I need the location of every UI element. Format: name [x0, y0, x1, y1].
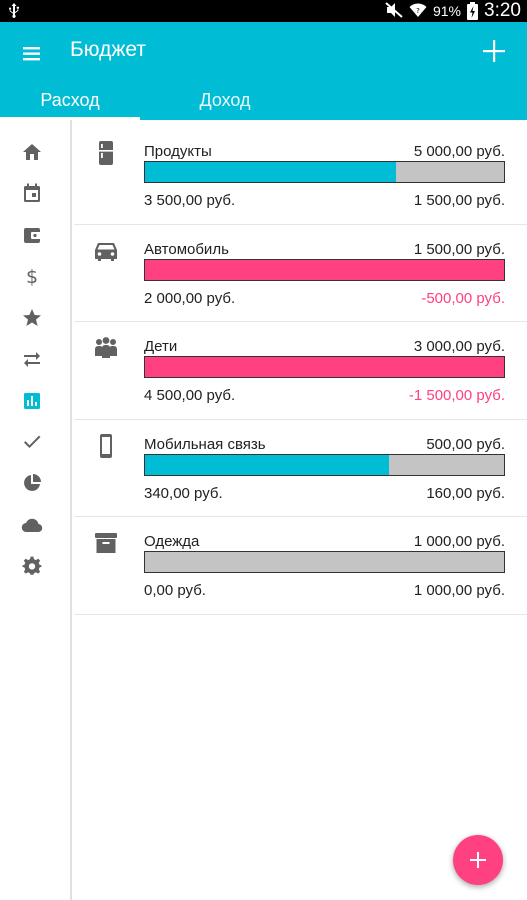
- budget-spent: 0,00 руб.: [144, 582, 206, 599]
- dollar-icon: $: [26, 266, 38, 287]
- budget-row[interactable]: Автомобиль 1 500,00 руб. 2 000,00 руб. -…: [74, 225, 527, 322]
- sidebar-item-transfers[interactable]: [16, 343, 48, 375]
- app-bar: Бюджет Расход Доход: [0, 22, 527, 120]
- budget-progress-fill: [145, 259, 504, 280]
- budget-limit: 500,00 руб.: [426, 435, 505, 453]
- battery-charging-icon: [467, 2, 479, 20]
- budget-name: Мобильная связь: [144, 435, 266, 453]
- mute-icon: [385, 1, 403, 21]
- sidebar-item-budget[interactable]: [16, 385, 48, 417]
- people-icon: [92, 334, 120, 362]
- budget-spent: 3 500,00 руб.: [144, 192, 236, 209]
- budget-name: Автомобиль: [144, 240, 229, 258]
- budget-progress-bar: [144, 161, 505, 183]
- budget-spent: 2 000,00 руб.: [144, 289, 236, 307]
- budget-name: Дети: [144, 338, 178, 355]
- sidebar-item-home[interactable]: [16, 136, 48, 168]
- wallet-icon: [24, 228, 41, 243]
- battery-percent: 91%: [432, 3, 462, 19]
- add-budget-button[interactable]: [479, 36, 509, 66]
- budget-name: Одежда: [144, 533, 200, 550]
- budget-spent: 340,00 руб.: [144, 484, 223, 502]
- budget-remaining: -500,00 руб.: [421, 289, 505, 307]
- page-title: Бюджет: [70, 38, 146, 61]
- bar-chart-icon: [24, 393, 40, 409]
- budget-name: Продукты: [144, 143, 212, 160]
- menu-button[interactable]: [18, 40, 46, 68]
- budget-list: Продукты 5 000,00 руб. 3 500,00 руб. 1 5…: [74, 127, 527, 615]
- archive-icon: [92, 529, 120, 557]
- sidebar-item-reports[interactable]: [16, 467, 48, 499]
- smartphone-icon: [92, 432, 120, 460]
- sidebar-item-settings[interactable]: [16, 550, 48, 582]
- pie-chart-icon: [24, 474, 41, 491]
- sidebar-item-wallet[interactable]: [16, 219, 48, 251]
- budget-row[interactable]: Одежда 1 000,00 руб. 0,00 руб. 1 000,00 …: [74, 517, 527, 615]
- budget-progress-bar: [144, 356, 505, 378]
- budget-limit: 1 000,00 руб.: [413, 533, 505, 550]
- sidebar-item-calendar[interactable]: [16, 177, 48, 209]
- sidebar: $: [0, 120, 72, 900]
- budget-progress-bar: [144, 551, 505, 573]
- budget-remaining: 1 500,00 руб.: [413, 192, 505, 209]
- svg-text:$: $: [26, 266, 38, 287]
- budget-row[interactable]: Мобильная связь 500,00 руб. 340,00 руб. …: [74, 420, 527, 517]
- svg-text:?: ?: [416, 7, 420, 15]
- budget-row[interactable]: Дети 3 000,00 руб. 4 500,00 руб. -1 500,…: [74, 322, 527, 420]
- usb-icon: [8, 3, 20, 22]
- tab-income[interactable]: Доход: [140, 78, 310, 120]
- sidebar-item-favorites[interactable]: [16, 302, 48, 334]
- budget-remaining: 1 000,00 руб.: [413, 582, 505, 599]
- status-bar: ? 91% 3:20: [0, 0, 527, 22]
- wifi-icon: ?: [409, 2, 427, 21]
- budget-progress-fill: [145, 454, 390, 475]
- plus-icon: [483, 40, 505, 62]
- sidebar-item-currency[interactable]: $: [16, 260, 48, 292]
- add-transaction-fab[interactable]: [453, 835, 503, 885]
- check-icon: [24, 435, 41, 448]
- budget-limit: 1 500,00 руб.: [413, 240, 505, 258]
- budget-spent: 4 500,00 руб.: [144, 387, 236, 404]
- tab-expense[interactable]: Расход: [0, 78, 140, 120]
- budget-progress-fill: [145, 162, 397, 182]
- settings-icon: [22, 556, 42, 575]
- tab-bar: Расход Доход: [0, 78, 527, 120]
- transfer-icon: [24, 352, 40, 367]
- budget-remaining: 160,00 руб.: [426, 484, 505, 502]
- sidebar-item-tasks[interactable]: [16, 426, 48, 458]
- plus-icon: [470, 852, 486, 868]
- budget-remaining: -1 500,00 руб.: [408, 387, 505, 404]
- clock: 3:20: [484, 0, 521, 21]
- cloud-icon: [21, 518, 43, 533]
- budget-row[interactable]: Продукты 5 000,00 руб. 3 500,00 руб. 1 5…: [74, 127, 527, 225]
- home-icon: [23, 144, 41, 160]
- car-icon: [92, 237, 120, 265]
- budget-progress-bar: [144, 258, 505, 281]
- fridge-icon: [92, 139, 120, 167]
- calendar-icon: [24, 183, 40, 202]
- budget-progress-bar: [144, 453, 505, 476]
- menu-icon: [23, 47, 40, 61]
- budget-limit: 5 000,00 руб.: [413, 143, 505, 160]
- budget-progress-fill: [145, 357, 504, 377]
- budget-limit: 3 000,00 руб.: [413, 338, 505, 355]
- sidebar-item-sync[interactable]: [16, 509, 48, 541]
- star-icon: [23, 309, 41, 326]
